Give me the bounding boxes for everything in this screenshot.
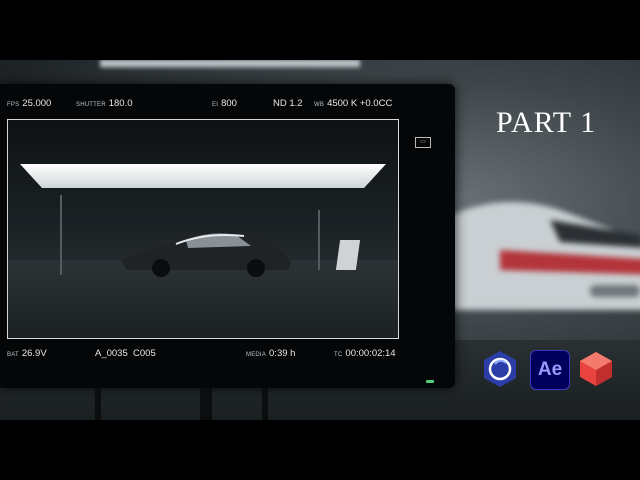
hud-label: TC <box>334 352 343 358</box>
reflector-board <box>335 240 361 270</box>
cinema4d-icon <box>484 351 516 387</box>
hud-media: MEDIA 0:39 h <box>246 348 295 359</box>
hud-clip: A_0035 C005 <box>92 348 156 359</box>
hud-value: 26.9V <box>21 348 47 359</box>
hud-value: 180.0 <box>108 98 133 109</box>
car-silhouette <box>121 232 291 277</box>
ceiling-light <box>100 60 360 68</box>
aspect-ratio-icon: ▭ <box>415 137 431 148</box>
hud-fps: FPS 25.000 <box>7 98 51 109</box>
hud-value: A_0035 C005 <box>95 348 156 359</box>
hud-nd: ND 1.2 <box>270 98 303 109</box>
light-stand <box>60 195 62 275</box>
hud-label: FPS <box>7 102 20 108</box>
after-effects-icon: Ae <box>530 350 570 390</box>
hud-timecode: TC 00:00:02:14 <box>334 348 396 359</box>
hud-label: BAT <box>7 352 19 358</box>
light-stand <box>318 210 320 270</box>
hud-value: 0:39 h <box>269 348 296 359</box>
tally-light <box>426 380 434 383</box>
hud-label: WB <box>314 102 325 108</box>
hud-value: ND 1.2 <box>273 98 303 109</box>
hud-value: 4500 K +0.0CC <box>327 98 393 109</box>
background-car <box>440 202 640 310</box>
hud-battery: BAT 26.9V <box>7 348 47 359</box>
letterbox-bottom <box>0 420 640 480</box>
stand-leg <box>200 388 212 420</box>
stand-leg <box>262 388 268 420</box>
hud-value: 00:00:02:14 <box>345 348 396 359</box>
stand-leg <box>95 388 101 420</box>
hud-wb: WB 4500 K +0.0CC <box>314 98 392 109</box>
letterbox-top <box>0 0 640 60</box>
hud-label: EI <box>212 102 219 108</box>
hud-value: 25.000 <box>22 98 52 109</box>
redshift-icon <box>580 352 612 386</box>
monitor-image-frame <box>7 119 399 339</box>
hud-shutter: SHUTTER 180.0 <box>76 98 133 109</box>
hud-label: SHUTTER <box>76 102 106 108</box>
softbox-light <box>20 164 386 188</box>
hud-ei: EI 800 <box>212 98 237 109</box>
hud-label: MEDIA <box>246 352 267 358</box>
hud-value: 800 <box>221 98 237 109</box>
part-title: PART 1 <box>496 106 597 139</box>
